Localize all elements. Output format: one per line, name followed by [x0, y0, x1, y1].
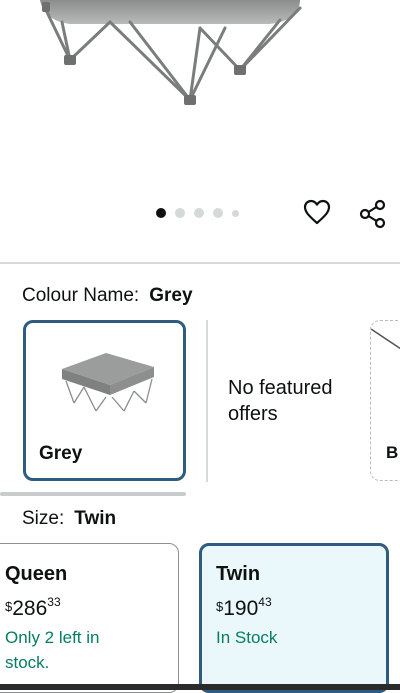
- size-option-stock: In Stock: [216, 628, 278, 647]
- carousel-dot[interactable]: [232, 209, 239, 217]
- image-carousel-dots[interactable]: [156, 208, 239, 218]
- size-option-name: Queen: [5, 563, 68, 585]
- price-whole: 286: [12, 597, 48, 620]
- colour-value: Grey: [149, 285, 193, 306]
- price-currency: $: [216, 599, 224, 614]
- carousel-dot[interactable]: [156, 208, 166, 218]
- size-option-name: Twin: [216, 563, 261, 585]
- size-option-price: $28633: [5, 595, 61, 621]
- section-divider: [0, 262, 400, 264]
- product-image: [40, 0, 302, 105]
- product-image-area[interactable]: [0, 0, 400, 262]
- no-featured-offers-text: No featured offers: [228, 377, 333, 425]
- heart-icon: [303, 199, 331, 225]
- size-option-price: $19043: [216, 595, 272, 621]
- product-thumbnail: [371, 328, 400, 350]
- swatch-scroll-indicator: [0, 492, 186, 496]
- price-fraction: 33: [47, 595, 61, 609]
- share-icon: [359, 199, 386, 229]
- price-fraction: 43: [258, 595, 272, 609]
- bottom-edge-bar: [0, 684, 400, 690]
- price-currency: $: [5, 599, 13, 614]
- size-option-stock: Only 2 left in stock.: [5, 628, 100, 672]
- colour-swatch-next[interactable]: B: [370, 320, 400, 481]
- size-option-queen[interactable]: Queen $28633 Only 2 left in stock.: [0, 543, 179, 693]
- size-label: Size:: [22, 508, 65, 529]
- swatch-label: B: [386, 443, 399, 462]
- colour-label-row: Colour Name: Grey: [22, 285, 193, 307]
- carousel-dot[interactable]: [194, 208, 204, 218]
- price-whole: 190: [223, 597, 259, 620]
- size-value: Twin: [74, 508, 117, 529]
- carousel-dot[interactable]: [175, 208, 185, 218]
- size-label-row: Size: Twin: [22, 508, 116, 530]
- share-button[interactable]: [358, 199, 390, 231]
- swatch-label: Grey: [39, 443, 83, 464]
- swatch-separator: [206, 320, 208, 482]
- colour-label: Colour Name:: [22, 285, 140, 306]
- carousel-dot[interactable]: [213, 208, 223, 218]
- product-thumbnail: [62, 353, 154, 412]
- colour-swatch-grey[interactable]: Grey: [23, 320, 186, 481]
- size-option-twin[interactable]: Twin $19043 In Stock: [199, 543, 389, 693]
- wishlist-button[interactable]: [303, 199, 335, 231]
